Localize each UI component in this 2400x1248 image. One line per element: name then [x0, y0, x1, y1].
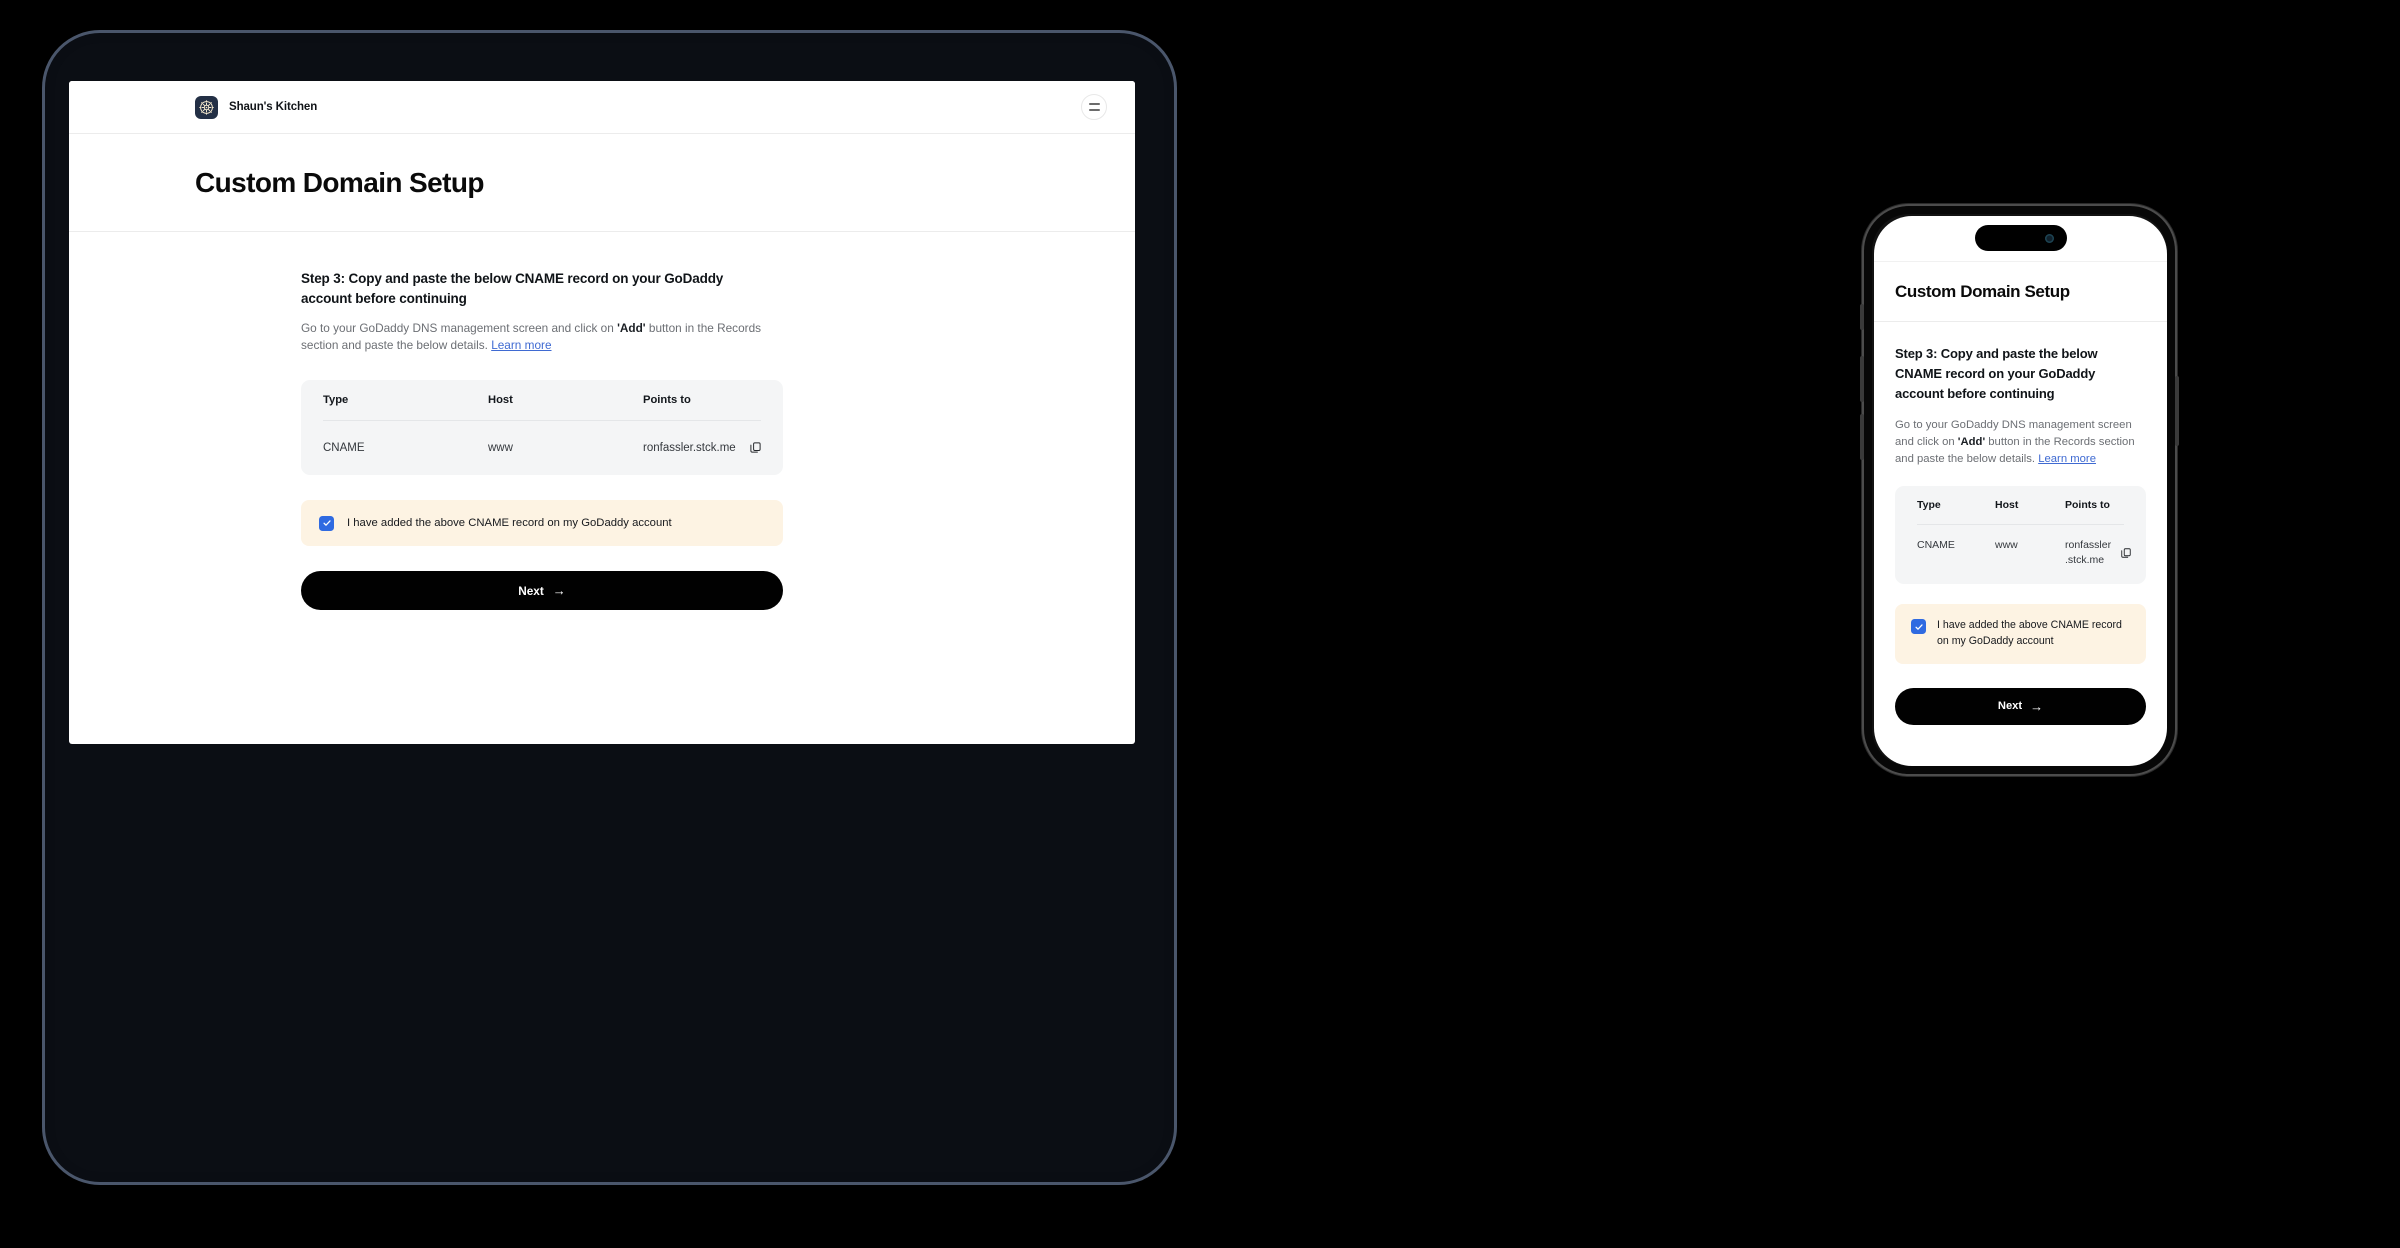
confirm-checkbox[interactable] — [319, 515, 334, 531]
page-title: Custom Domain Setup — [195, 166, 484, 198]
phone-next-button[interactable]: Next → — [1895, 687, 2146, 725]
tablet-app-header: Shaun's Kitchen — [69, 81, 1135, 134]
menu-line — [1088, 103, 1100, 106]
phone-cell-points-to: ronfassler.stck.me — [2065, 538, 2132, 570]
phone-points-to-value: ronfassler.stck.me — [2065, 538, 2112, 567]
table-header-row: Type Host Points to — [301, 380, 783, 420]
brand[interactable]: Shaun's Kitchen — [195, 95, 318, 119]
phone-screen: Custom Domain Setup Step 3: Copy and pas… — [1874, 216, 2167, 766]
phone-learn-more-link[interactable]: Learn more — [2038, 453, 2096, 465]
cell-points-to: ronfassler.stck.me — [643, 441, 762, 454]
phone-step-heading: Step 3: Copy and paste the below CNAME r… — [1895, 346, 2098, 402]
cell-host: www — [488, 441, 513, 454]
phone-copy-icon[interactable] — [2120, 547, 2132, 559]
phone-confirmation-panel[interactable]: I have added the above CNAME record on m… — [1895, 604, 2146, 664]
tablet-device-frame: Shaun's Kitchen Custom Domain Setup Step… — [42, 30, 1177, 1185]
phone-page-title: Custom Domain Setup — [1895, 281, 2070, 301]
tablet-title-band: Custom Domain Setup — [69, 134, 1135, 232]
copy-icon[interactable] — [749, 441, 762, 454]
phone-column-header-host: Host — [1995, 498, 2019, 511]
table-row: CNAME www ronfassler.stck.me — [301, 421, 783, 475]
dns-record-table: Type Host Points to CNAME www ronfassler… — [301, 379, 783, 475]
phone-step-description: Go to your GoDaddy DNS management screen… — [1895, 417, 2146, 467]
step-desc-bold: 'Add' — [617, 321, 646, 336]
next-button[interactable]: Next → — [301, 571, 783, 610]
step-desc-part1: Go to your GoDaddy DNS management screen… — [301, 321, 618, 336]
tablet-main-content: Step 3: Copy and paste the below CNAME r… — [69, 232, 1135, 610]
phone-power-button[interactable] — [2175, 376, 2179, 446]
phone-step-desc-bold: 'Add' — [1957, 436, 1986, 449]
tablet-screen: Shaun's Kitchen Custom Domain Setup Step… — [69, 81, 1135, 744]
column-header-points-to: Points to — [643, 393, 691, 406]
front-camera-icon — [2044, 233, 2054, 243]
phone-column-header-points-to: Points to — [2065, 498, 2110, 511]
phone-confirm-checkbox[interactable] — [1911, 619, 1926, 635]
dynamic-island — [1974, 225, 2067, 251]
phone-silent-switch[interactable] — [1860, 304, 1864, 330]
phone-dns-record-table: Type Host Points to CNAME www ronfassler… — [1895, 485, 2146, 585]
points-to-value: ronfassler.stck.me — [643, 441, 736, 454]
arrow-right-icon: → — [552, 583, 566, 598]
phone-table-row: CNAME www ronfassler.stck.me — [1895, 525, 2146, 585]
phone-device-frame: Custom Domain Setup Step 3: Copy and pas… — [1860, 204, 2179, 776]
step-heading: Step 3: Copy and paste the below CNAME r… — [301, 271, 724, 306]
learn-more-link[interactable]: Learn more — [491, 338, 551, 352]
ship-wheel-icon — [195, 95, 218, 119]
hamburger-menu-icon[interactable] — [1081, 94, 1107, 120]
phone-volume-down-button[interactable] — [1860, 414, 1864, 460]
phone-cell-host: www — [1995, 538, 2018, 551]
cell-type: CNAME — [323, 441, 365, 454]
phone-arrow-right-icon: → — [2030, 698, 2044, 714]
brand-name: Shaun's Kitchen — [229, 101, 318, 113]
confirm-label: I have added the above CNAME record on m… — [347, 516, 672, 529]
phone-next-button-label: Next — [1997, 700, 2023, 713]
status-divider — [1874, 261, 2167, 262]
next-button-label: Next — [518, 583, 544, 598]
step-description: Go to your GoDaddy DNS management screen… — [301, 320, 775, 354]
preview-stage: Shaun's Kitchen Custom Domain Setup Step… — [0, 0, 2400, 1248]
phone-column-header-type: Type — [1917, 498, 1941, 511]
phone-title-band: Custom Domain Setup — [1874, 262, 2167, 322]
column-header-type: Type — [323, 393, 349, 406]
column-header-host: Host — [488, 393, 513, 406]
confirmation-panel[interactable]: I have added the above CNAME record on m… — [301, 499, 783, 546]
phone-cell-type: CNAME — [1917, 538, 1955, 551]
phone-main-content: Step 3: Copy and paste the below CNAME r… — [1874, 322, 2167, 725]
phone-table-header-row: Type Host Points to — [1895, 486, 2146, 524]
menu-line — [1088, 108, 1100, 111]
phone-volume-up-button[interactable] — [1860, 356, 1864, 402]
phone-confirm-label: I have added the above CNAME record on m… — [1937, 619, 2122, 647]
